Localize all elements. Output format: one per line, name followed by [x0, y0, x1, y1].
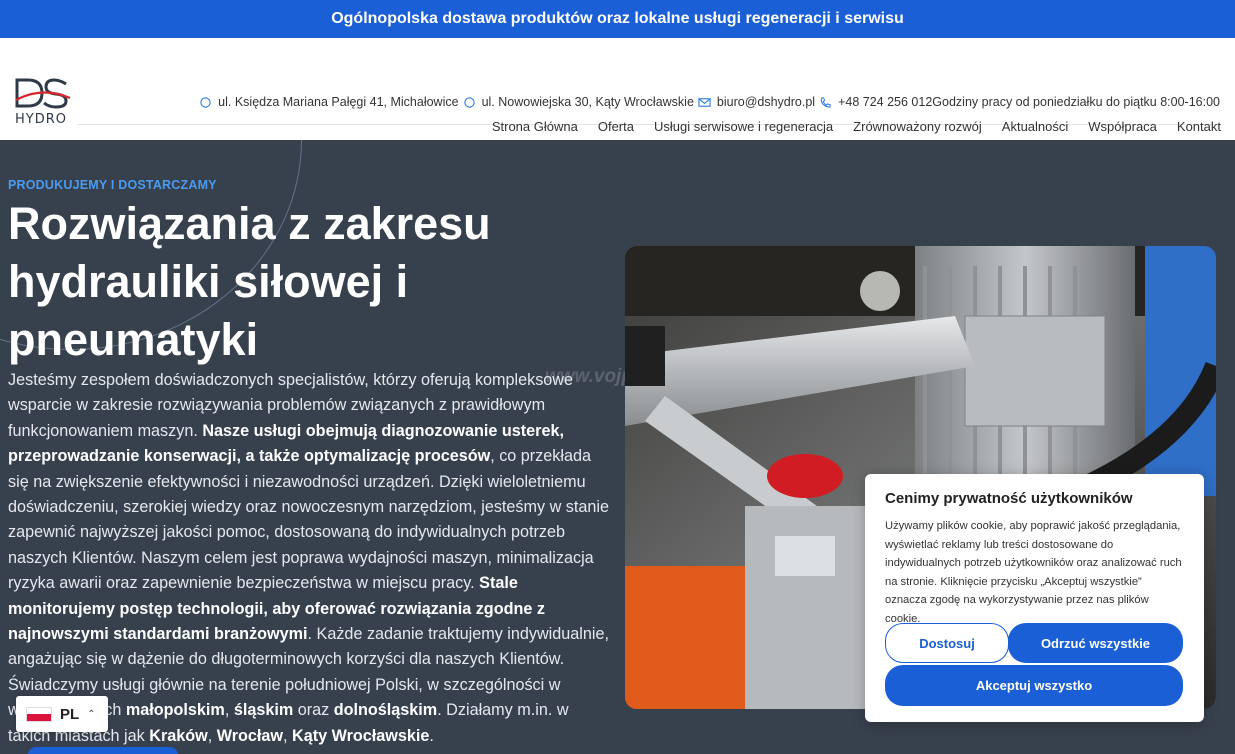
contact-phone-text: +48 724 256 012	[838, 95, 933, 109]
main-nav: Strona Główna Oferta Usługi serwisowe i …	[492, 119, 1221, 134]
cookie-consent-dialog: Cenimy prywatność użytkowników Używamy p…	[865, 474, 1204, 722]
contact-phone[interactable]: +48 724 256 012	[819, 95, 932, 109]
hero-description-text: ,	[207, 726, 217, 745]
language-switcher[interactable]: PL ⌃	[16, 696, 108, 732]
nav-item-contact[interactable]: Kontakt	[1177, 119, 1221, 134]
hero-description-bold: dolnośląskim	[333, 701, 438, 720]
contact-email[interactable]: biuro@dshydro.pl	[698, 95, 815, 109]
contact-hours-text: Godziny pracy od poniedziałku do piątku …	[932, 95, 1220, 109]
site-header: HYDRO ul. Księdza Mariana Pałęgi 41, Mic…	[0, 38, 1235, 140]
hero-description-text: , co przekłada się na zwiększenie efekty…	[8, 447, 609, 593]
accept-all-button[interactable]: Akceptuj wszystko	[885, 665, 1183, 706]
nav-item-sustainability[interactable]: Zrównoważony rozwój	[853, 119, 982, 134]
contact-email-text: biuro@dshydro.pl	[716, 95, 816, 109]
contact-address-2[interactable]: ul. Nowowiejska 30, Kąty Wrocławskie	[463, 95, 694, 109]
hero-description-text: .	[429, 726, 434, 745]
hero-description-bold: Kąty Wrocławskie	[292, 726, 430, 745]
mail-icon	[698, 97, 711, 107]
location-pin-icon	[200, 96, 211, 108]
contact-row: ul. Księdza Mariana Pałęgi 41, Michałowi…	[195, 95, 1220, 109]
language-code: PL	[60, 705, 80, 723]
poland-flag-icon	[26, 706, 52, 722]
logo-text: HYDRO	[15, 112, 67, 127]
contact-address-1-text: ul. Księdza Mariana Pałęgi 41, Michałowi…	[218, 95, 459, 109]
nav-item-offer[interactable]: Oferta	[598, 119, 634, 134]
contact-hours: Godziny pracy od poniedziałku do piątku …	[932, 95, 1220, 109]
hero-description: Jesteśmy zespołem doświadczonych specjal…	[8, 368, 613, 749]
chevron-up-icon: ⌃	[87, 708, 96, 720]
hero-description-bold: śląskim	[233, 701, 294, 720]
announcement-bar: Ogólnopolska dostawa produktów oraz loka…	[0, 0, 1235, 38]
nav-item-cooperation[interactable]: Współpraca	[1088, 119, 1157, 134]
customize-button[interactable]: Dostosuj	[885, 623, 1009, 663]
cookie-title: Cenimy prywatność użytkowników	[885, 490, 1133, 507]
contact-address-2-text: ul. Nowowiejska 30, Kąty Wrocławskie	[481, 95, 694, 109]
hero-description-bold: Wrocław	[216, 726, 284, 745]
hero-cta-button-partial[interactable]	[28, 747, 178, 754]
hero-eyebrow: PRODUKUJEMY I DOSTARCZAMY	[8, 178, 217, 192]
nav-item-home[interactable]: Strona Główna	[492, 119, 578, 134]
hero-description-bold: małopolskim	[125, 701, 225, 720]
phone-icon	[820, 96, 831, 108]
location-pin-icon	[463, 96, 475, 108]
announcement-text: Ogólnopolska dostawa produktów oraz loka…	[331, 10, 904, 27]
nav-item-news[interactable]: Aktualności	[1002, 119, 1068, 134]
hero-description-text: ,	[224, 701, 234, 720]
hero-title: Rozwiązania z zakresu hydrauliki siłowej…	[8, 198, 491, 365]
hero-description-text: ,	[283, 726, 293, 745]
reject-all-button[interactable]: Odrzuć wszystkie	[1008, 623, 1183, 663]
cookie-text: Używamy plików cookie, aby poprawić jako…	[885, 520, 1182, 625]
hero-description-text: oraz	[293, 701, 334, 720]
hero-description-bold: Kraków	[149, 726, 208, 745]
nav-item-services[interactable]: Usługi serwisowe i regeneracja	[654, 119, 833, 134]
contact-address-1[interactable]: ul. Księdza Mariana Pałęgi 41, Michałowi…	[199, 95, 459, 109]
